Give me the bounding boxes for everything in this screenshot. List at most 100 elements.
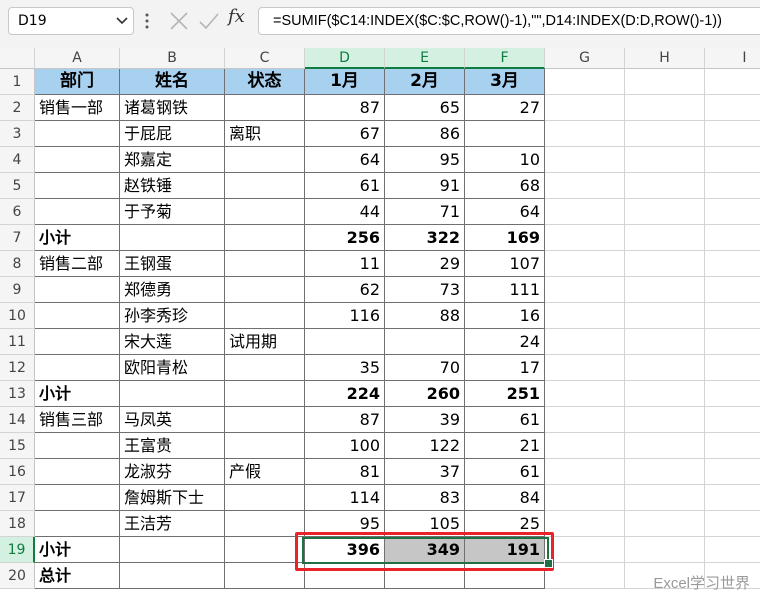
cell-f6[interactable]: 64 xyxy=(465,199,545,225)
column-header-b[interactable]: B xyxy=(120,48,225,69)
cell-e10[interactable]: 88 xyxy=(385,303,465,329)
cell-f12[interactable]: 17 xyxy=(465,355,545,381)
cell-h4[interactable] xyxy=(625,147,705,173)
cell-c12[interactable] xyxy=(225,355,305,381)
cell-f8[interactable]: 107 xyxy=(465,251,545,277)
cancel-icon[interactable] xyxy=(167,9,191,33)
cell-f4[interactable]: 10 xyxy=(465,147,545,173)
cell-f20[interactable] xyxy=(465,563,545,589)
cell-h10[interactable] xyxy=(625,303,705,329)
cell-a16[interactable] xyxy=(35,459,120,485)
cell-c7[interactable] xyxy=(225,225,305,251)
cell-d13[interactable]: 224 xyxy=(305,381,385,407)
cell-h14[interactable] xyxy=(625,407,705,433)
cell-d3[interactable]: 67 xyxy=(305,121,385,147)
cell-e13[interactable]: 260 xyxy=(385,381,465,407)
cell-e6[interactable]: 71 xyxy=(385,199,465,225)
cell-f14[interactable]: 61 xyxy=(465,407,545,433)
cell-f13[interactable]: 251 xyxy=(465,381,545,407)
cell-h8[interactable] xyxy=(625,251,705,277)
cell-b10[interactable]: 孙李秀珍 xyxy=(120,303,225,329)
cell-h18[interactable] xyxy=(625,511,705,537)
cell-c16[interactable]: 产假 xyxy=(225,459,305,485)
cell-i13[interactable] xyxy=(705,381,760,407)
cell-b17[interactable]: 詹姆斯下士 xyxy=(120,485,225,511)
cell-f5[interactable]: 68 xyxy=(465,173,545,199)
cell-g20[interactable] xyxy=(545,563,625,589)
cell-h17[interactable] xyxy=(625,485,705,511)
cell-b13[interactable] xyxy=(120,381,225,407)
cell-b18[interactable]: 王洁芳 xyxy=(120,511,225,537)
row-header-8[interactable]: 8 xyxy=(0,251,35,277)
cell-a13[interactable]: 小计 xyxy=(35,381,120,407)
cell-i4[interactable] xyxy=(705,147,760,173)
cell-d2[interactable]: 87 xyxy=(305,95,385,121)
cell-e4[interactable]: 95 xyxy=(385,147,465,173)
cell-e3[interactable]: 86 xyxy=(385,121,465,147)
cell-d9[interactable]: 62 xyxy=(305,277,385,303)
cell-g13[interactable] xyxy=(545,381,625,407)
insert-function-button[interactable]: fx xyxy=(228,6,245,27)
formula-input[interactable]: =SUMIF($C14:INDEX($C:$C,ROW()-1),"",D14:… xyxy=(258,7,760,35)
cell-h15[interactable] xyxy=(625,433,705,459)
cell-c14[interactable] xyxy=(225,407,305,433)
row-header-16[interactable]: 16 xyxy=(0,459,35,485)
cell-e20[interactable] xyxy=(385,563,465,589)
cell-h19[interactable] xyxy=(625,537,705,563)
cell-g3[interactable] xyxy=(545,121,625,147)
cell-d19[interactable]: 396 xyxy=(305,537,385,563)
cell-h13[interactable] xyxy=(625,381,705,407)
cell-d12[interactable]: 35 xyxy=(305,355,385,381)
cell-h12[interactable] xyxy=(625,355,705,381)
cell-a1[interactable]: 部门 xyxy=(35,69,120,95)
cell-a12[interactable] xyxy=(35,355,120,381)
cell-g9[interactable] xyxy=(545,277,625,303)
cell-g5[interactable] xyxy=(545,173,625,199)
cell-i10[interactable] xyxy=(705,303,760,329)
cell-d18[interactable]: 95 xyxy=(305,511,385,537)
cell-b9[interactable]: 郑德勇 xyxy=(120,277,225,303)
cell-b16[interactable]: 龙淑芬 xyxy=(120,459,225,485)
cell-i9[interactable] xyxy=(705,277,760,303)
cell-h6[interactable] xyxy=(625,199,705,225)
cell-f18[interactable]: 25 xyxy=(465,511,545,537)
cell-f9[interactable]: 111 xyxy=(465,277,545,303)
cell-b8[interactable]: 王钢蛋 xyxy=(120,251,225,277)
cell-f1[interactable]: 3月 xyxy=(465,69,545,95)
cell-a3[interactable] xyxy=(35,121,120,147)
cell-a15[interactable] xyxy=(35,433,120,459)
cell-i1[interactable] xyxy=(705,69,760,95)
more-options-icon[interactable] xyxy=(144,12,150,30)
cell-g10[interactable] xyxy=(545,303,625,329)
row-header-18[interactable]: 18 xyxy=(0,511,35,537)
cell-d20[interactable] xyxy=(305,563,385,589)
row-header-2[interactable]: 2 xyxy=(0,95,35,121)
cell-d4[interactable]: 64 xyxy=(305,147,385,173)
cell-e2[interactable]: 65 xyxy=(385,95,465,121)
cell-g11[interactable] xyxy=(545,329,625,355)
cell-c11[interactable]: 试用期 xyxy=(225,329,305,355)
cell-a14[interactable]: 销售三部 xyxy=(35,407,120,433)
cell-f10[interactable]: 16 xyxy=(465,303,545,329)
row-header-9[interactable]: 9 xyxy=(0,277,35,303)
cell-i12[interactable] xyxy=(705,355,760,381)
cell-d15[interactable]: 100 xyxy=(305,433,385,459)
row-header-13[interactable]: 13 xyxy=(0,381,35,407)
cell-c19[interactable] xyxy=(225,537,305,563)
row-header-20[interactable]: 20 xyxy=(0,563,35,589)
cell-g16[interactable] xyxy=(545,459,625,485)
cell-d1[interactable]: 1月 xyxy=(305,69,385,95)
cell-c10[interactable] xyxy=(225,303,305,329)
cell-b4[interactable]: 郑嘉定 xyxy=(120,147,225,173)
cell-d8[interactable]: 11 xyxy=(305,251,385,277)
cell-b12[interactable]: 欧阳青松 xyxy=(120,355,225,381)
cell-i17[interactable] xyxy=(705,485,760,511)
check-icon[interactable] xyxy=(197,9,221,33)
cell-g18[interactable] xyxy=(545,511,625,537)
cell-c18[interactable] xyxy=(225,511,305,537)
cell-c2[interactable] xyxy=(225,95,305,121)
cell-g14[interactable] xyxy=(545,407,625,433)
cell-e1[interactable]: 2月 xyxy=(385,69,465,95)
cell-c15[interactable] xyxy=(225,433,305,459)
cell-d11[interactable] xyxy=(305,329,385,355)
